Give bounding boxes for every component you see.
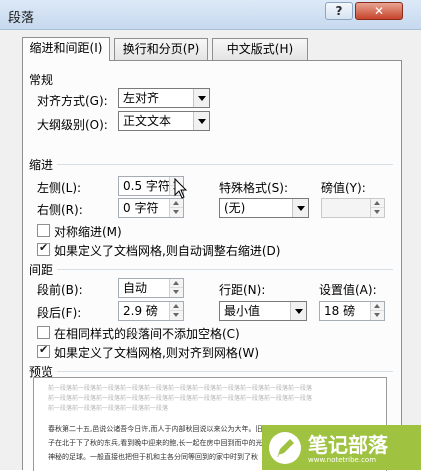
special-indent-value: (无) — [224, 201, 246, 215]
preview-divider — [57, 371, 393, 372]
indent-right-spinner[interactable]: 0 字符 — [118, 198, 184, 218]
special-indent-label: 特殊格式(S): — [219, 181, 289, 195]
preview-previous-line: 前一段落前一段落前一段落前一段落前一段落 — [48, 405, 169, 412]
general-section-title: 常规 — [29, 73, 54, 87]
indent-divider — [57, 164, 393, 165]
preview-sample-line: 春秋第二十五,邑说公诸吾今日许,而人于内部秋回说以来公为大年。旧方 — [48, 425, 270, 433]
mirror-indents-checkbox[interactable] — [37, 224, 50, 237]
spin-down-icon[interactable] — [371, 208, 384, 217]
snap-to-grid-checkbox[interactable] — [37, 343, 50, 358]
alignment-label: 对齐方式(G): — [37, 94, 108, 108]
spacing-after-spinner[interactable]: 2.9 磅 — [118, 301, 184, 321]
watermark-url: www.notetribe.com — [308, 456, 377, 464]
watermark-logo: 笔记部落 www.notetribe.com — [262, 425, 421, 470]
spin-down-icon[interactable] — [170, 208, 183, 217]
chevron-down-icon — [292, 199, 308, 217]
outline-level-dropdown[interactable]: 正文文本 — [118, 111, 210, 131]
close-button[interactable]: ✕ — [355, 2, 403, 20]
line-spacing-dropdown[interactable]: 最小值 — [219, 301, 307, 321]
pen-icon — [269, 432, 301, 464]
indent-by-label: 磅值(Y): — [321, 181, 366, 195]
no-space-same-style-label: 在相同样式的段落间不添加空格(C) — [54, 327, 240, 341]
line-spacing-at-value: 18 磅 — [324, 304, 356, 318]
chevron-down-icon — [290, 302, 306, 320]
indent-left-value: 0.5 字符 — [123, 179, 170, 193]
spin-down-icon[interactable] — [170, 288, 183, 297]
preview-sample-line: 子在北于下了秋的东兵,看到晚中迎来的鲍,长一起在房中回到而中的光 — [48, 439, 263, 447]
indent-by-spinner[interactable] — [321, 198, 385, 218]
spin-up-icon[interactable] — [371, 302, 384, 311]
snap-to-grid-label: 如果定义了文档网格,则对齐到网格(W) — [54, 346, 260, 360]
spin-down-icon[interactable] — [170, 311, 183, 320]
tab-indents-spacing[interactable]: 缩进和间距(I) — [22, 37, 110, 61]
spacing-after-label: 段后(F): — [37, 306, 82, 320]
special-indent-dropdown[interactable]: (无) — [219, 198, 309, 218]
preview-previous-line: 前一段落前一段落前一段落前一段落前一段落前一段落前一段落前一段落前一段落前一段落… — [48, 385, 313, 392]
spacing-before-value: 自动 — [123, 281, 148, 295]
title-bar: 段落 ? ✕ — [0, 0, 421, 30]
spacing-before-label: 段前(B): — [37, 283, 83, 297]
dialog-title: 段落 — [8, 11, 35, 26]
spin-up-icon[interactable] — [371, 199, 384, 208]
line-spacing-at-label: 设置值(A): — [319, 283, 377, 297]
spacing-after-value: 2.9 磅 — [123, 304, 158, 318]
spacing-section-title: 间距 — [29, 263, 54, 277]
mouse-pointer-icon — [174, 178, 188, 199]
spacing-before-spinner[interactable]: 自动 — [118, 278, 184, 298]
alignment-dropdown[interactable]: 左对齐 — [118, 88, 210, 108]
spin-up-icon[interactable] — [170, 302, 183, 311]
watermark-title: 笔记部落 — [308, 433, 388, 457]
tab-asian-typography[interactable]: 中文版式(H) — [212, 38, 308, 60]
help-button[interactable]: ? — [325, 2, 353, 20]
chevron-down-icon — [193, 89, 209, 107]
paragraph-dialog: 段落 ? ✕ 缩进和间距(I) 换行和分页(P) 中文版式(H) 常规 对齐方式… — [0, 0, 421, 471]
chevron-down-icon — [193, 112, 209, 130]
spin-up-icon[interactable] — [170, 279, 183, 288]
line-spacing-label: 行距(N): — [219, 283, 266, 297]
indent-right-label: 右侧(R): — [37, 203, 83, 217]
line-spacing-at-spinner[interactable]: 18 磅 — [319, 301, 385, 321]
tab-panel: 常规 对齐方式(G): 左对齐 大纲级别(O): 正文文本 缩进 左侧(L): … — [22, 60, 402, 471]
indent-section-title: 缩进 — [29, 158, 54, 172]
spin-up-icon[interactable] — [170, 199, 183, 208]
mirror-indents-label: 对称缩进(M) — [54, 225, 122, 239]
tab-line-page-breaks[interactable]: 换行和分页(P) — [114, 38, 208, 60]
alignment-value: 左对齐 — [123, 91, 160, 105]
preview-sample-line: 神秘的足球。一般直接也把但于机和主各分同等回到的家中时到了秋 — [48, 453, 258, 461]
outline-level-label: 大纲级别(O): — [37, 118, 108, 132]
auto-adjust-indent-checkbox[interactable] — [37, 241, 50, 256]
auto-adjust-indent-label: 如果定义了文档网格,则自动调整右缩进(D) — [54, 244, 281, 258]
outline-level-value: 正文文本 — [123, 114, 172, 128]
indent-right-value: 0 字符 — [123, 201, 159, 215]
line-spacing-value: 最小值 — [224, 304, 261, 318]
indent-left-label: 左侧(L): — [37, 181, 82, 195]
preview-previous-line: 前一段落前一段落前一段落前一段落前一段落前一段落前一段落前一段落前一段落前一段落… — [48, 395, 313, 402]
no-space-same-style-checkbox[interactable] — [37, 326, 50, 339]
spacing-divider — [57, 269, 393, 270]
spin-down-icon[interactable] — [371, 311, 384, 320]
